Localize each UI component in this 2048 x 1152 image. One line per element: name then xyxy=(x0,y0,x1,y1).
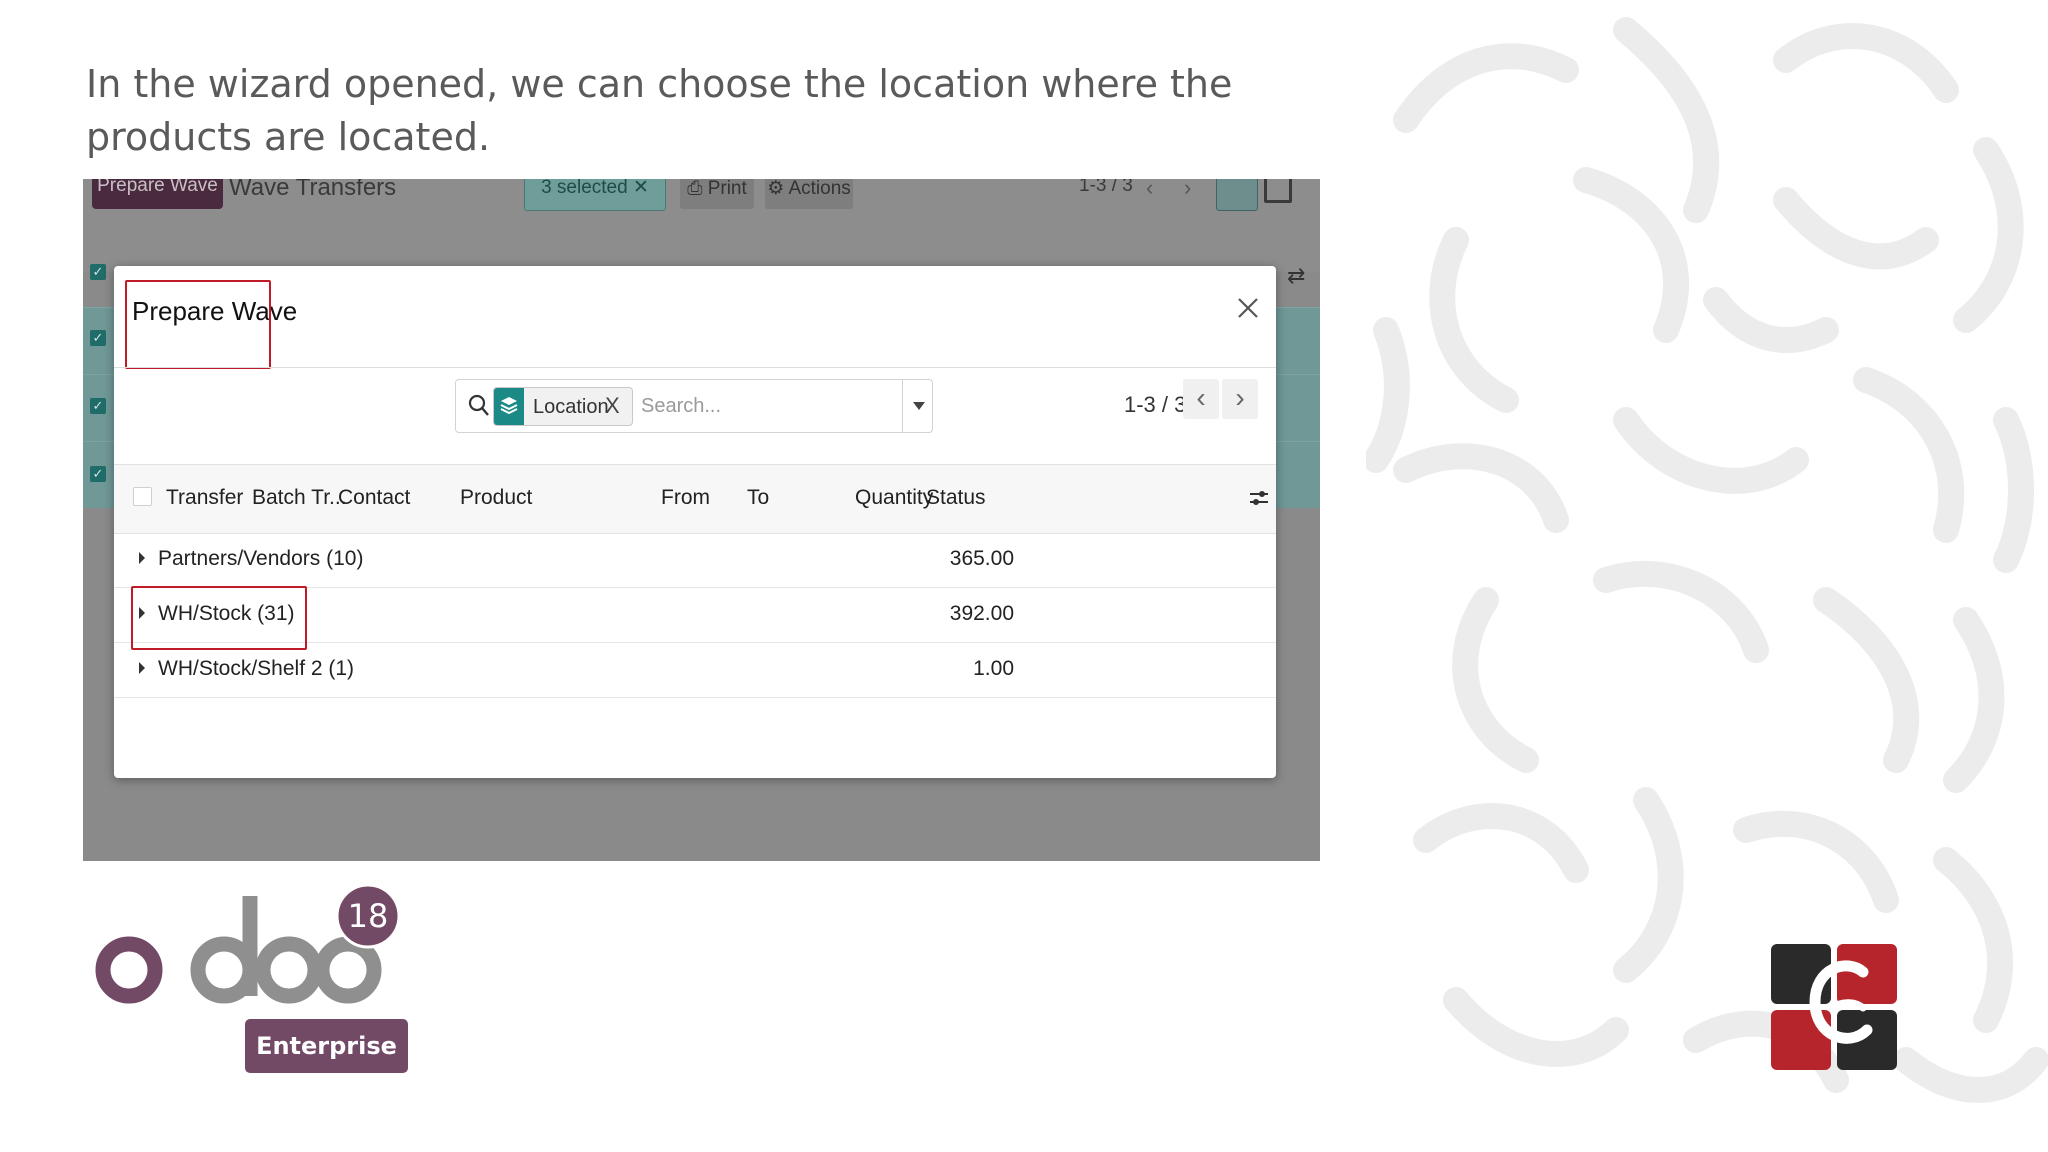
bg-list-header xyxy=(83,222,1320,272)
bg-pager: 1-3 / 3 xyxy=(1079,179,1133,196)
column-contact[interactable]: Contact xyxy=(338,486,410,510)
dialog-header-divider xyxy=(114,367,1276,368)
close-icon[interactable] xyxy=(1236,292,1260,326)
bg-row-checkbox[interactable]: ✓ xyxy=(90,398,106,414)
group-quantity: 392.00 xyxy=(949,602,1014,625)
group-row[interactable]: Partners/Vendors (10) 365.00 xyxy=(114,533,1276,588)
bg-row-checkbox[interactable]: ✓ xyxy=(90,330,106,346)
search-icon[interactable] xyxy=(466,392,492,418)
search-input[interactable] xyxy=(639,389,843,423)
chevron-down-icon xyxy=(913,402,925,410)
odoo-screenshot: Prepare Wave Wave Transfers 3 selected ✕… xyxy=(83,179,1320,861)
wh-stock-highlight-box xyxy=(131,586,307,650)
column-transfer[interactable]: Transfer xyxy=(166,486,243,510)
group-quantity: 1.00 xyxy=(973,657,1014,680)
bg-row-checkbox[interactable]: ✓ xyxy=(90,466,106,482)
group-label: Partners/Vendors (10) xyxy=(158,547,364,570)
search-bar[interactable]: Location X xyxy=(455,379,933,433)
optional-columns-icon[interactable] xyxy=(1248,487,1270,509)
caret-right-icon xyxy=(139,662,145,674)
bg-optional-columns-icon[interactable]: ⇄ xyxy=(1287,263,1305,289)
group-label: WH/Stock/Shelf 2 (1) xyxy=(158,657,355,680)
pager-value: 1-3 / 3 xyxy=(1124,392,1187,417)
slide-caption: In the wizard opened, we can choose the … xyxy=(86,62,1233,159)
bg-kanban-view-button[interactable] xyxy=(1264,179,1292,203)
bg-header-checkbox[interactable]: ✓ xyxy=(90,264,106,280)
bg-list-view-button[interactable] xyxy=(1216,179,1258,211)
column-from[interactable]: From xyxy=(661,486,710,510)
group-row[interactable]: WH/Stock/Shelf 2 (1) 1.00 xyxy=(114,643,1276,698)
facet-label: Location xyxy=(533,396,609,418)
column-status[interactable]: Status xyxy=(926,486,986,510)
bg-actions-label: Actions xyxy=(788,179,851,199)
bg-prepare-wave-button[interactable]: Prepare Wave xyxy=(92,179,223,209)
bg-breadcrumb-title: Wave Transfers xyxy=(229,179,397,201)
layers-icon xyxy=(494,388,524,425)
title-highlight-box xyxy=(125,280,271,369)
enterprise-badge: Enterprise xyxy=(245,1019,408,1073)
search-options-toggle[interactable] xyxy=(902,380,933,432)
column-quantity[interactable]: Quantity xyxy=(855,486,933,510)
select-all-checkbox[interactable] xyxy=(133,487,152,506)
bg-actions-button[interactable]: ⚙ Actions xyxy=(765,179,853,209)
list-header: Transfer Batch Tr... Contact Product Fro… xyxy=(114,464,1276,534)
column-to[interactable]: To xyxy=(747,486,769,510)
bg-selected-label: 3 selected xyxy=(541,179,628,198)
pager-next-button[interactable]: › xyxy=(1222,379,1258,419)
caret-right-icon xyxy=(139,552,145,564)
bg-print-button[interactable]: ⎙ Print xyxy=(680,179,754,209)
bg-prev-icon[interactable]: ‹ xyxy=(1146,179,1153,201)
bg-selected-badge[interactable]: 3 selected ✕ xyxy=(524,179,666,211)
odoo-version-badge: 18 xyxy=(347,897,389,935)
column-product[interactable]: Product xyxy=(460,486,532,510)
bg-next-icon[interactable]: › xyxy=(1184,179,1191,201)
company-logo xyxy=(1771,944,1897,1070)
bg-print-label: Print xyxy=(707,179,747,199)
pager-prev-button[interactable]: ‹ xyxy=(1183,379,1219,419)
column-batch-transfer[interactable]: Batch Tr... xyxy=(252,486,347,510)
facet-remove-icon[interactable]: X xyxy=(605,393,620,419)
prepare-wave-dialog: Prepare Wave Location X Search... 1-3 / … xyxy=(114,266,1276,778)
location-facet[interactable]: Location X xyxy=(493,387,633,426)
decorative-pattern xyxy=(1366,0,2048,1152)
group-quantity: 365.00 xyxy=(949,547,1014,570)
